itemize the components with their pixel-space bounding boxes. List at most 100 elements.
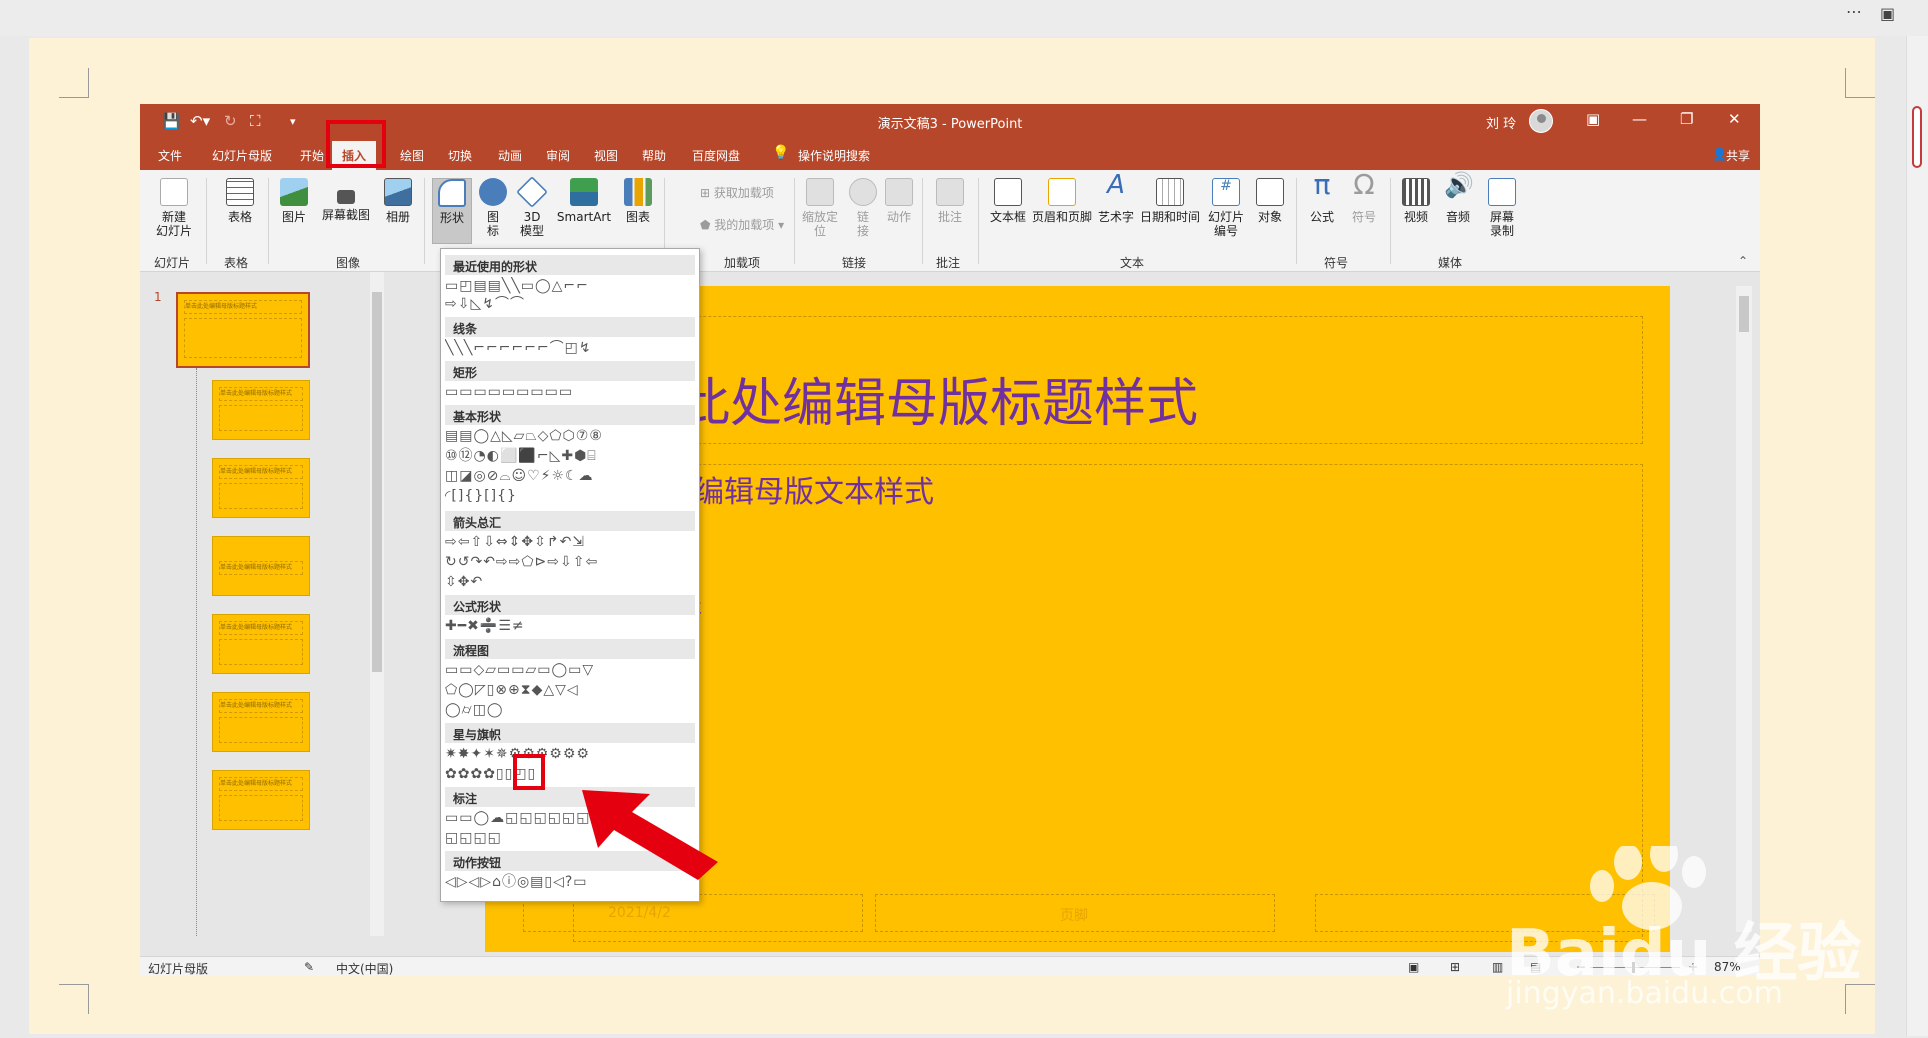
thumbnail-layout-3[interactable]: 单击此处编辑母版标题样式 <box>212 536 310 596</box>
avatar[interactable] <box>1529 109 1553 133</box>
shape-row-recent-2[interactable]: ⇨⇩◺↯⌒⌒ <box>445 295 695 313</box>
group-label-slides: 幻灯片 <box>154 256 191 270</box>
user-name: 刘 玲 <box>1486 117 1517 132</box>
shape-row-basic-1[interactable]: ▤▤◯△◺▱⏢◇⬠⬡⑦⑧ <box>445 427 695 445</box>
tab-view[interactable]: 视图 <box>594 147 618 164</box>
restore-window-icon[interactable]: ▣ <box>1880 4 1895 23</box>
smartart-button[interactable]: SmartArt <box>554 178 614 224</box>
screen-record-button[interactable]: 屏幕 录制 <box>1482 178 1522 238</box>
shape-row-basic-4[interactable]: ◜[]{}[]{} <box>445 487 695 505</box>
tab-review[interactable]: 审阅 <box>546 147 570 164</box>
group-label-images: 图像 <box>336 256 361 270</box>
table-button[interactable]: 表格 <box>220 178 260 224</box>
shape-row-arrows-3[interactable]: ⇳✥↶ <box>445 573 695 591</box>
sorter-view-icon[interactable]: ⊞ <box>1450 960 1460 974</box>
equation-button[interactable]: π 公式 <box>1304 171 1340 225</box>
chart-button[interactable]: 图表 <box>620 178 656 224</box>
record-icon <box>1488 178 1516 206</box>
footer-placeholder[interactable]: 页脚 <box>875 894 1275 932</box>
album-icon <box>384 178 412 206</box>
collapse-ribbon-icon[interactable]: ⌃ <box>1738 254 1748 268</box>
crop-mark-top-right <box>1845 68 1875 98</box>
shape-row-flowchart-3[interactable]: ◯⌭◫◯ <box>445 701 695 719</box>
object-icon <box>1256 178 1284 206</box>
thumbnail-layout-2[interactable]: 单击此处编辑母版标题样式 <box>212 458 310 518</box>
shape-row-equation[interactable]: ✚━✖➗☰≠ <box>445 617 695 635</box>
tab-slide-master[interactable]: 幻灯片母版 <box>212 147 272 164</box>
category-lines: 线条 <box>445 317 695 337</box>
status-view-name: 幻灯片母版 <box>148 962 209 976</box>
maximize-icon[interactable]: ❐ <box>1680 110 1693 128</box>
object-button[interactable]: 对象 <box>1252 178 1288 224</box>
slide-thumbnails-pane <box>140 272 340 936</box>
crop-mark-bottom-left <box>59 984 89 1014</box>
3d-models-button[interactable]: 3D 模型 <box>512 176 552 238</box>
minimize-icon[interactable]: — <box>1632 110 1647 128</box>
thumbnail-slide-number: 1 <box>154 290 162 304</box>
crop-mark-top-left <box>59 68 89 98</box>
picture-icon <box>280 178 308 206</box>
pictures-button[interactable]: 图片 <box>274 178 314 224</box>
shape-row-stars-1[interactable]: ✷✸✦✶✵⚙⚙⚙⚙⚙⚙ <box>445 745 695 763</box>
thumbnail-layout-6[interactable]: 单击此处编辑母版标题样式 <box>212 770 310 830</box>
category-recent: 最近使用的形状 <box>445 255 695 275</box>
video-button[interactable]: 视频 <box>1398 178 1434 224</box>
close-icon[interactable]: ✕ <box>1728 110 1741 128</box>
category-rectangles: 矩形 <box>445 361 695 381</box>
tab-baidu-pan[interactable]: 百度网盘 <box>692 147 740 164</box>
tab-animations[interactable]: 动画 <box>498 147 522 164</box>
group-label-addins: 加载项 <box>724 256 761 270</box>
title-placeholder[interactable]: 单击此处编辑母版标题样式 <box>573 316 1643 444</box>
film-icon <box>1402 178 1430 206</box>
shape-row-basic-3[interactable]: ◫◪◎⊘⌓☺♡⚡☼☾☁ <box>445 467 695 485</box>
tab-help[interactable]: 帮助 <box>642 147 666 164</box>
viewer-scrollbar[interactable] <box>1906 36 1928 1036</box>
wordart-button[interactable]: A 艺术字 <box>1096 172 1136 224</box>
shape-row-arrows-2[interactable]: ↻↺↷↶⇨⇨⬠⊳⇨⇩⇧⇦ <box>445 553 695 571</box>
new-slide-button[interactable]: 新建 幻灯片 <box>148 178 200 238</box>
thumbnail-layout-4[interactable]: 单击此处编辑母版标题样式 <box>212 614 310 674</box>
person-icon: 👤 <box>1712 147 1727 161</box>
group-label-links: 链接 <box>842 256 867 270</box>
new-slide-icon <box>160 178 188 206</box>
album-button[interactable]: 相册 <box>378 178 418 224</box>
shape-row-basic-2[interactable]: ⑩⑫◔◐⬜⬛⌐◺✚⬢⌸ <box>445 447 695 465</box>
slide-number-button[interactable]: # 幻灯片 编号 <box>1204 178 1248 238</box>
red-arrow-annotation <box>582 790 718 880</box>
symbol-button: Ω 符号 <box>1351 168 1376 225</box>
tab-transitions[interactable]: 切换 <box>448 147 472 164</box>
thumbnail-layout-1[interactable]: 单击此处编辑母版标题样式 <box>212 380 310 440</box>
audio-button[interactable]: 🔊 音频 <box>1440 173 1476 224</box>
shape-row-lines[interactable]: ╲╲╲⌐⌐⌐⌐⌐⌐⌒◰↯ <box>445 339 695 357</box>
screenshot-button[interactable]: 屏幕截图 <box>318 178 374 222</box>
shape-row-recent-1[interactable]: ▭◰▤▤╲╲▭◯△⌐⌐ <box>445 277 695 295</box>
thumbnail-master[interactable]: 单击此处编辑母版标题样式 <box>176 292 310 368</box>
shape-row-flowchart-2[interactable]: ⬠◯◸▯⊗⊕⧗◆△▽◁ <box>445 681 695 699</box>
category-arrows: 箭头总汇 <box>445 511 695 531</box>
shapes-button[interactable]: 形状 <box>432 178 472 244</box>
tell-me-search[interactable]: 操作说明搜索 <box>798 147 870 164</box>
tab-file[interactable]: 文件 <box>158 147 182 164</box>
share-button[interactable]: 共享 <box>1726 147 1750 164</box>
viewer-scroll-thumb[interactable] <box>1912 106 1922 168</box>
tab-draw[interactable]: 绘图 <box>400 147 424 164</box>
textbox-button[interactable]: 文本框 <box>986 178 1030 224</box>
more-icon[interactable]: ⋯ <box>1846 2 1862 21</box>
header-footer-button[interactable]: 页眉和页脚 <box>1030 178 1094 224</box>
tab-home[interactable]: 开始 <box>300 147 324 164</box>
main-scrollbar[interactable] <box>1736 286 1752 932</box>
shape-row-arrows-1[interactable]: ⇨⇦⇧⇩⇔⇕✥⇳↱↶⇲ <box>445 533 695 551</box>
datetime-button[interactable]: 日期和时间 <box>1138 178 1202 224</box>
thumbnail-scrollbar[interactable] <box>370 272 384 936</box>
ribbon: 新建 幻灯片 表格 图片 屏幕截图 相册 形状 图 标 3D 模型 SmartA… <box>140 170 1760 272</box>
scroll-shape-highlight <box>513 754 545 790</box>
shape-row-flowchart-1[interactable]: ▭▭◇▱▭▭▱▭◯▭▽ <box>445 661 695 679</box>
ribbon-display-icon[interactable]: ▣ <box>1586 110 1600 128</box>
normal-view-icon[interactable]: ▣ <box>1408 960 1419 974</box>
thumbnail-layout-5[interactable]: 单击此处编辑母版标题样式 <box>212 692 310 752</box>
insert-tab-highlight <box>326 120 386 168</box>
category-stars-banners: 星与旗帜 <box>445 723 695 743</box>
shape-row-rectangles[interactable]: ▭▭▭▭▭▭▭▭▭ <box>445 383 695 401</box>
icons-button[interactable]: 图 标 <box>478 178 508 238</box>
spellcheck-icon[interactable]: ✎ <box>304 960 314 974</box>
